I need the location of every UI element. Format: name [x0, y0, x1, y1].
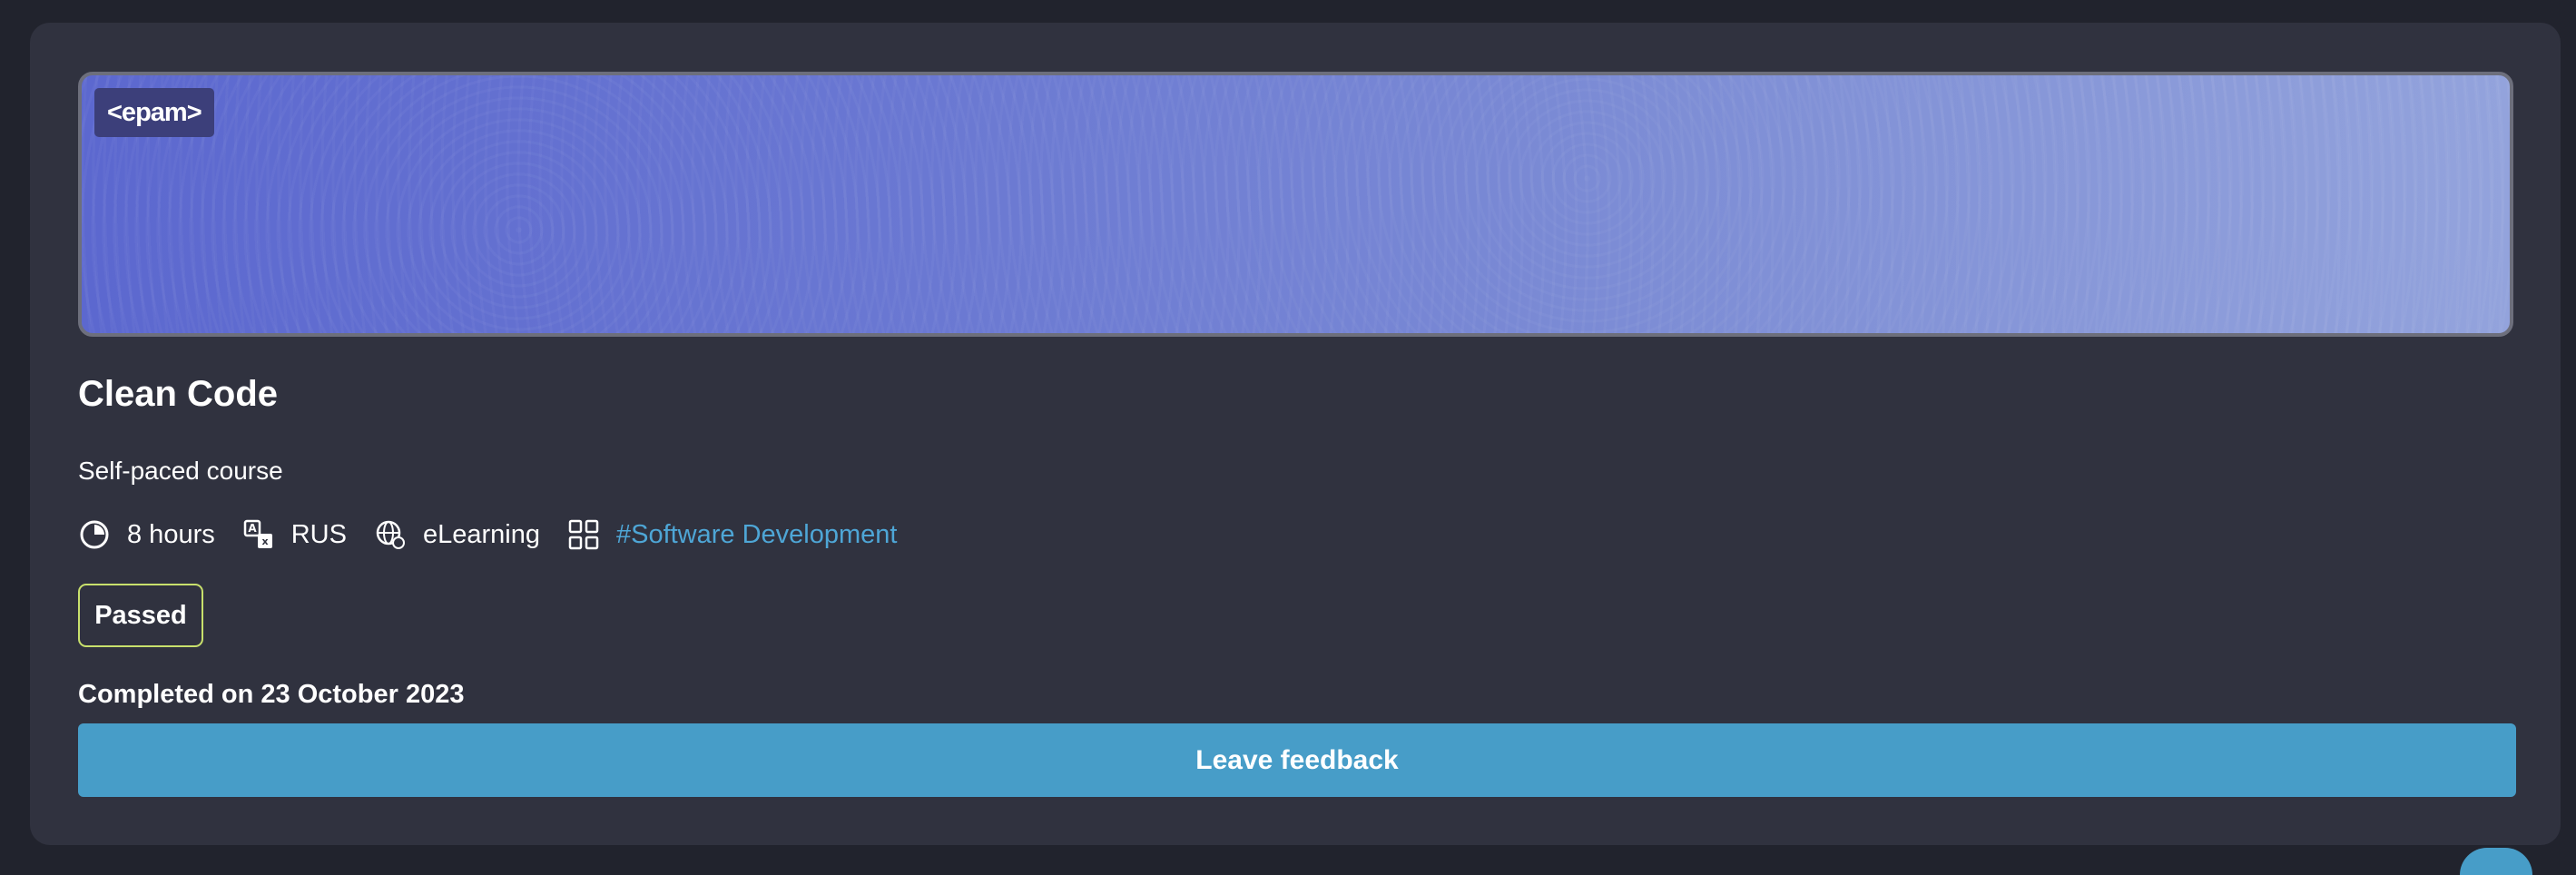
- completion-date: Completed on 23 October 2023: [78, 680, 465, 709]
- banner-pattern: [82, 75, 2510, 333]
- status-badge: Passed: [78, 584, 203, 647]
- grid-icon: [568, 519, 599, 550]
- meta-language: A x RUS: [242, 518, 347, 551]
- globe-icon: [376, 520, 405, 549]
- meta-category: #Software Development: [567, 518, 898, 551]
- duration-text: 8 hours: [127, 519, 215, 549]
- course-card: <epam> Clean Code Self-paced course 8 ho…: [30, 23, 2561, 845]
- language-text: RUS: [290, 519, 347, 549]
- leave-feedback-button[interactable]: Leave feedback: [78, 723, 2516, 797]
- brand-logo: <epam>: [94, 88, 214, 137]
- course-title: Clean Code: [78, 374, 279, 414]
- course-meta: 8 hours A x RUS eLearning #Software Deve…: [78, 515, 924, 555]
- course-banner: <epam>: [78, 72, 2513, 337]
- clock-icon: [80, 520, 109, 549]
- course-type: Self-paced course: [78, 457, 283, 485]
- meta-duration: 8 hours: [78, 518, 215, 551]
- format-text: eLearning: [422, 519, 540, 549]
- svg-text:x: x: [261, 536, 268, 547]
- meta-format: eLearning: [374, 518, 540, 551]
- floating-action-button[interactable]: [2460, 848, 2532, 875]
- svg-text:A: A: [248, 522, 257, 535]
- translate-icon: A x: [243, 519, 272, 548]
- category-tag-link[interactable]: #Software Development: [616, 520, 898, 550]
